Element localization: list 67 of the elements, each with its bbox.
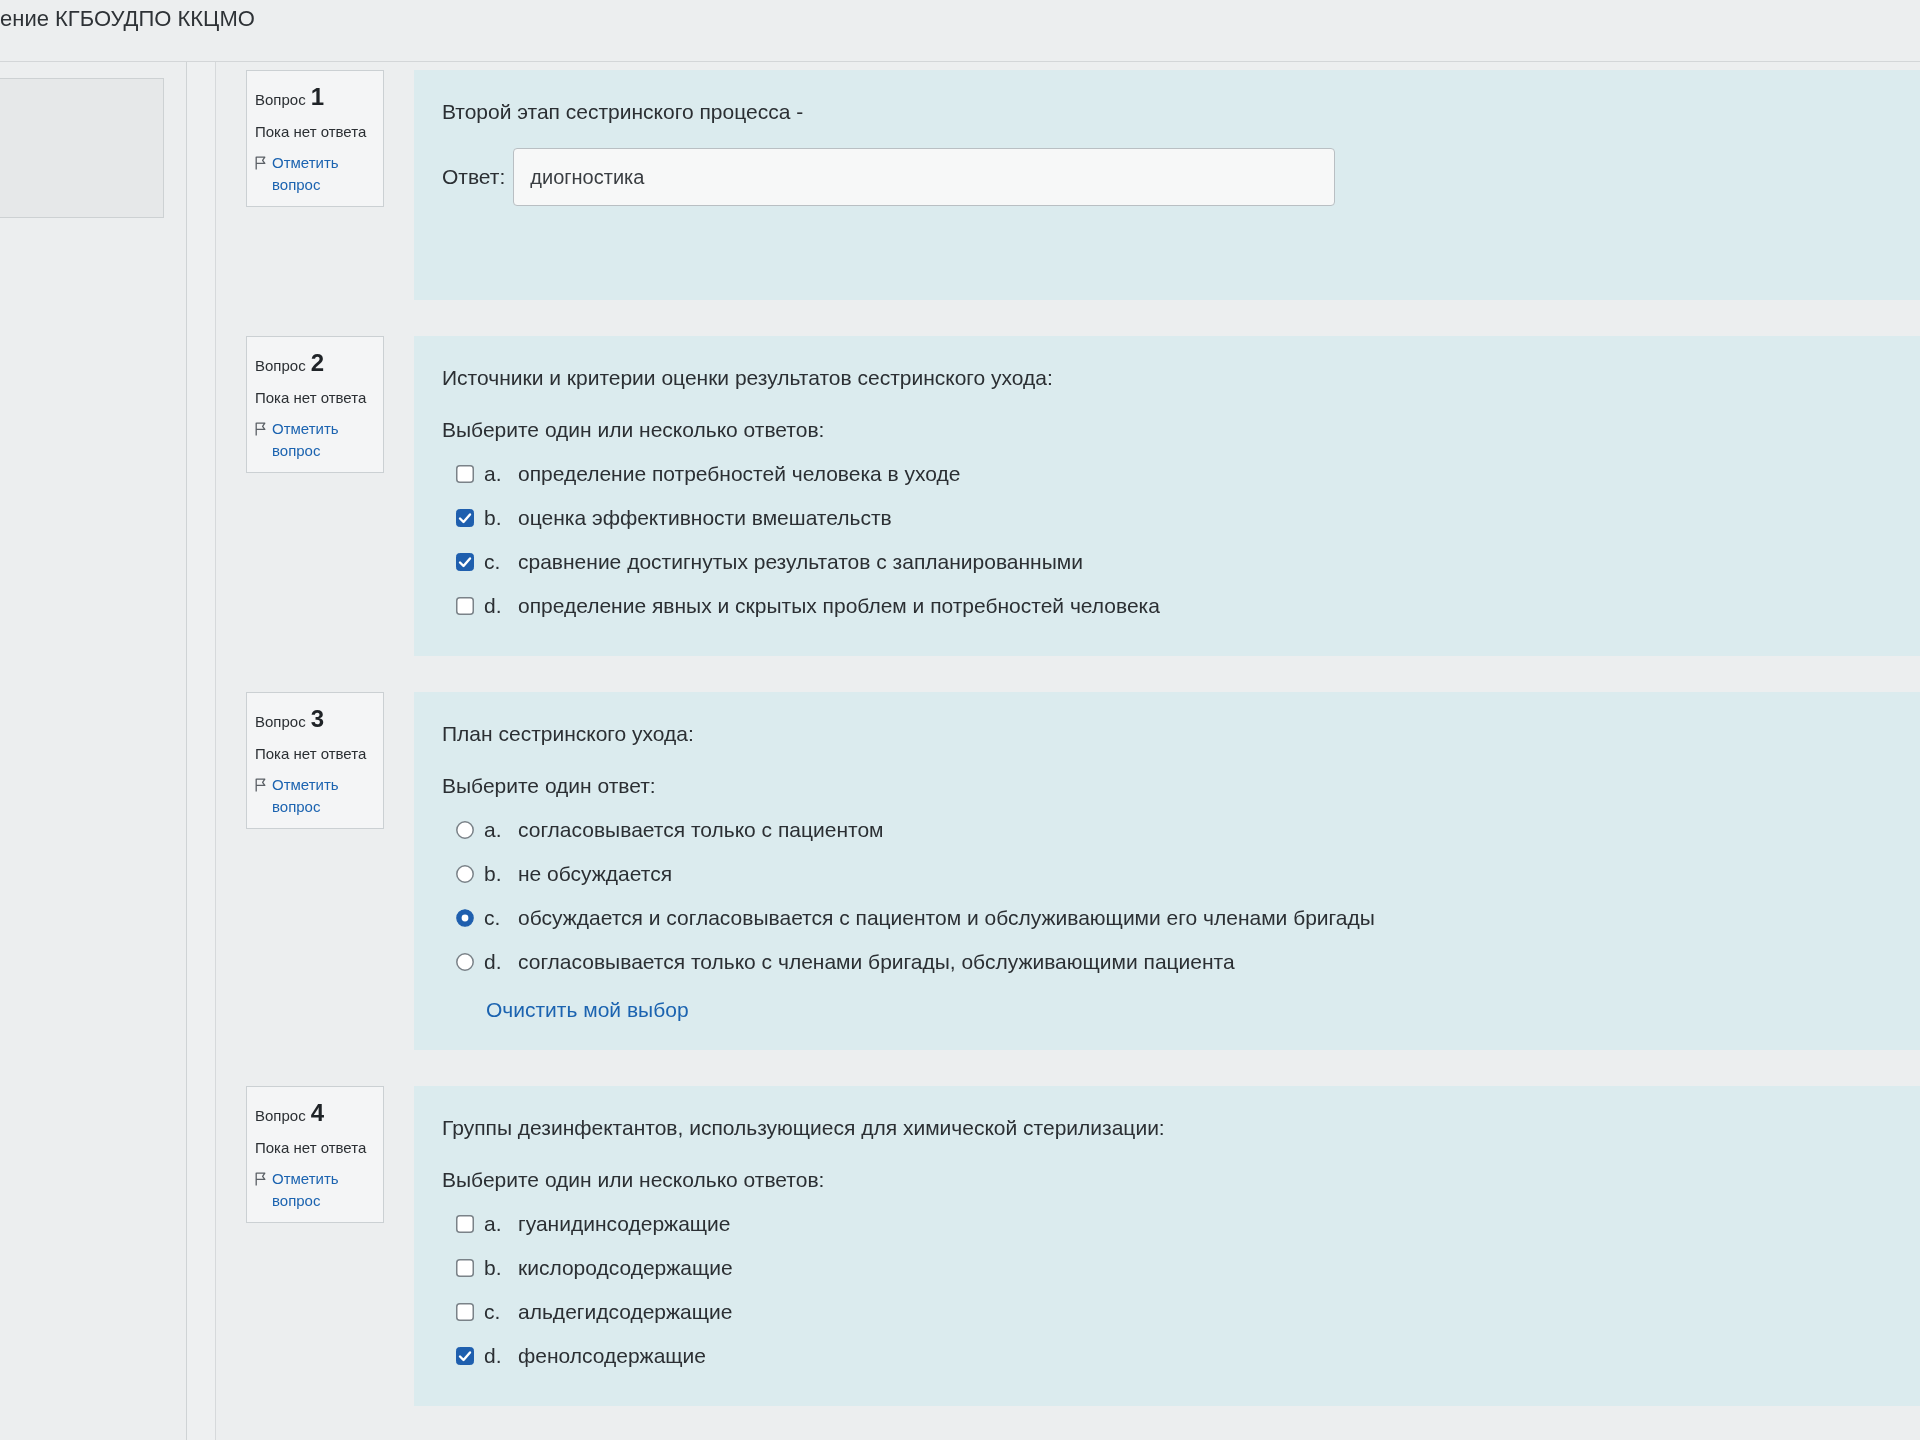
flag-question-link[interactable]: Отметить вопрос — [255, 418, 351, 462]
checkbox[interactable] — [456, 597, 474, 615]
option-letter: a. — [484, 818, 503, 842]
question-text: Второй этап сестринского процесса - — [442, 99, 805, 125]
option-text: согласовывается только с членами бригады, обслуживающими пациента — [518, 950, 1235, 974]
question-label: Вопрос — [255, 91, 306, 108]
checkbox[interactable] — [456, 553, 474, 571]
option-text: оценка эффективности вмешательств — [518, 506, 892, 530]
answer-label: Ответ: — [442, 165, 506, 189]
checkbox[interactable] — [456, 465, 474, 483]
question-status: Пока нет ответа — [255, 745, 368, 762]
option-text: определение потребностей человека в уходе — [518, 462, 961, 486]
flag-question-link[interactable]: Отметить вопрос — [255, 774, 351, 818]
answer-prompt: Выберите один или несколько ответов: — [442, 1167, 826, 1193]
checkbox[interactable] — [456, 509, 474, 527]
option-letter: b. — [484, 1256, 503, 1280]
question-label: Вопрос — [255, 357, 306, 374]
question-status: Пока нет ответа — [255, 1139, 368, 1156]
question-status: Пока нет ответа — [255, 123, 368, 140]
checkbox[interactable] — [456, 1347, 474, 1365]
question-label: Вопрос — [255, 713, 306, 730]
checkbox[interactable] — [456, 1215, 474, 1233]
option-letter: c. — [484, 550, 502, 574]
answer-field[interactable]: диогностика — [513, 148, 1336, 206]
option-letter: b. — [484, 506, 503, 530]
option-text: не обсуждается — [518, 862, 673, 886]
flag-icon — [255, 778, 266, 792]
option-letter: d. — [484, 594, 503, 618]
option-letter: a. — [484, 462, 503, 486]
checkbox[interactable] — [456, 1259, 474, 1277]
option-text: альдегидсодержащие — [518, 1300, 733, 1324]
question-number: 1 — [310, 83, 324, 111]
option-letter: c. — [484, 906, 502, 930]
question-number: 2 — [310, 349, 324, 377]
flag-icon — [255, 156, 266, 170]
option-letter: b. — [484, 862, 503, 886]
question-status: Пока нет ответа — [255, 389, 368, 406]
question-label: Вопрос — [255, 1107, 306, 1124]
option-letter: d. — [484, 950, 503, 974]
option-text: кислородсодержащие — [518, 1256, 733, 1280]
radio-button[interactable] — [456, 821, 474, 839]
question-text: План сестринского ухода: — [442, 721, 695, 747]
answer-prompt: Выберите один или несколько ответов: — [442, 417, 826, 443]
answer-prompt: Выберите один ответ: — [442, 773, 657, 799]
option-text: сравнение достигнутых результатов с запланированными — [518, 550, 1083, 574]
flag-icon — [255, 1172, 266, 1186]
question-text: Источники и критерии оценки результатов сестринского ухода: — [442, 365, 1054, 391]
checkbox[interactable] — [456, 1303, 474, 1321]
flag-icon — [255, 422, 266, 436]
question-text: Группы дезинфектантов, использующиеся для химической стерилизации: — [442, 1115, 1166, 1141]
flag-question-link[interactable]: Отметить вопрос — [255, 152, 351, 196]
option-text: определение явных и скрытых проблем и потребностей человека — [518, 594, 1160, 618]
option-letter: c. — [484, 1300, 502, 1324]
option-letter: a. — [484, 1212, 503, 1236]
radio-button[interactable] — [456, 865, 474, 883]
site-title: ение КГБОУДПО ККЦМО — [0, 6, 255, 32]
question-number: 4 — [310, 1099, 324, 1127]
radio-button[interactable] — [456, 953, 474, 971]
option-text: обсуждается и согласовывается с пациентом и обслуживающими его членами бригады — [518, 906, 1375, 930]
question-number: 3 — [310, 705, 324, 733]
clear-choice-link[interactable]: Очистить мой выбор — [486, 998, 689, 1022]
option-text: гуанидинсодержащие — [518, 1212, 731, 1236]
option-letter: d. — [484, 1344, 503, 1368]
flag-question-link[interactable]: Отметить вопрос — [255, 1168, 351, 1212]
option-text: фенолсодержащие — [518, 1344, 706, 1368]
radio-button[interactable] — [456, 909, 474, 927]
option-text: согласовывается только с пациентом — [518, 818, 884, 842]
